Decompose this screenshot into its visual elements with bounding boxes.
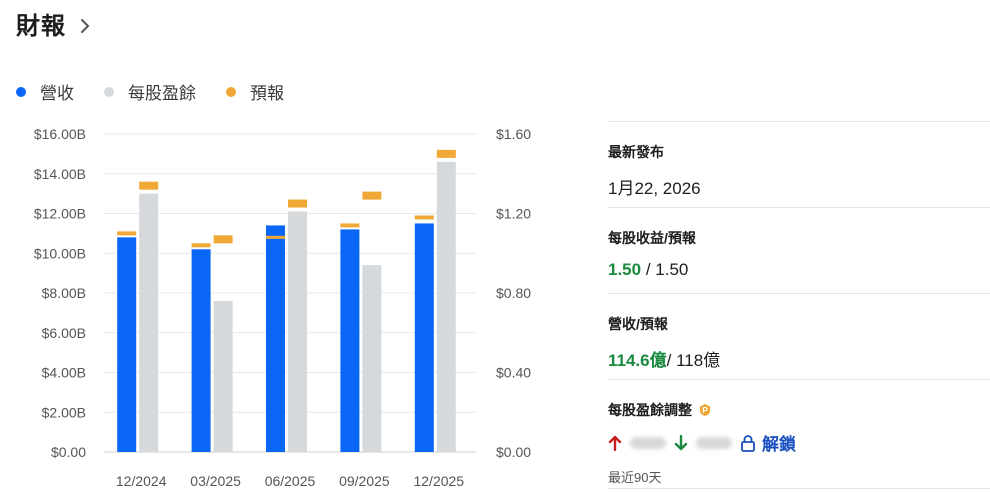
legend-item-estimate[interactable]: 預報: [226, 79, 284, 104]
left-axis-tick-label: $14.00B: [34, 166, 86, 182]
revenue-bar: [414, 223, 434, 452]
revenue-estimate-line: [266, 235, 285, 239]
earnings-chart: $0.00 $2.00B $4.00B $6.00B $8.00B $10.00B $12.…: [34, 126, 531, 489]
revenue-actual: 114.6億: [608, 351, 667, 370]
eps-bar: [436, 161, 456, 452]
lock-icon: [741, 434, 755, 452]
arrow-down-icon: [674, 434, 688, 450]
revenue-estimate-mark: [191, 243, 211, 248]
revenue-estimate-mark: [117, 231, 137, 236]
legend-item-eps[interactable]: 每股盈餘: [104, 79, 196, 104]
eps-separator: /: [641, 260, 656, 279]
x-axis-tick-label: 12/2025: [413, 473, 464, 489]
eps-section: 每股收益/預報 1.50 / 1.50: [608, 207, 990, 293]
earnings-summary-panel: 最新發布 1月22, 2026 每股收益/預報 1.50 / 1.50 營收/預…: [608, 121, 990, 489]
right-axis-tick-label: $1.60: [496, 126, 531, 142]
latest-release-date: 1月22, 2026: [608, 179, 701, 198]
revision-row: 解鎖: [608, 430, 990, 455]
eps-revision-section: 每股盈餘調整 P 解鎖 最近90天: [608, 379, 990, 489]
revenue-estimate-mark: [340, 223, 360, 228]
unlock-label: 解鎖: [762, 435, 796, 454]
left-axis-tick-label: $12.00B: [34, 206, 86, 222]
latest-release-section: 最新發布 1月22, 2026: [608, 121, 990, 207]
left-axis-tick-label: $6.00B: [42, 325, 86, 341]
revenue-bar: [191, 249, 211, 452]
premium-badge-icon: P: [700, 404, 710, 416]
eps-revision-label: 每股盈餘調整: [608, 402, 692, 418]
revenue-separator: /: [666, 351, 677, 370]
legend-label: 每股盈餘: [128, 84, 196, 103]
right-axis-tick-label: $1.20: [496, 206, 531, 222]
legend-dot: [226, 86, 236, 97]
right-axis-tick-label: $0.00: [496, 444, 531, 460]
revenue-section: 營收/預報 114.6億/ 118億: [608, 293, 990, 379]
eps-estimate: 1.50: [655, 260, 689, 279]
x-axis-tick-label: 03/2025: [190, 473, 241, 489]
svg-text:P: P: [702, 406, 708, 415]
eps-estimate-mark: [436, 149, 456, 158]
unlock-button[interactable]: 解鎖: [740, 430, 796, 455]
section-title: 財報: [16, 13, 66, 40]
chart-legend: 營收 每股盈餘 預報: [16, 79, 284, 104]
eps-bar: [213, 300, 233, 452]
revision-up-count-blurred: [630, 436, 666, 449]
eps-value: 1.50 / 1.50: [608, 260, 990, 280]
eps-bar: [362, 265, 382, 452]
eps-revision-label-row: 每股盈餘調整 P: [608, 400, 990, 420]
left-axis-tick-label: $10.00B: [34, 245, 86, 261]
revenue-bar: [340, 229, 360, 452]
left-axis-tick-label: $16.00B: [34, 126, 86, 142]
eps-estimate-mark: [362, 191, 382, 200]
left-axis-tick-label: $8.00B: [42, 285, 86, 301]
left-axis-tick-label: $2.00B: [42, 404, 86, 420]
eps-actual: 1.50: [608, 260, 642, 279]
eps-bar: [288, 211, 307, 452]
left-axis-tick-label: $4.00B: [42, 365, 86, 381]
right-axis-tick-label: $0.40: [496, 365, 531, 381]
legend-item-revenue[interactable]: 營收: [16, 79, 74, 104]
x-axis-tick-label: 06/2025: [265, 473, 316, 489]
legend-label: 營收: [40, 84, 74, 103]
legend-label: 預報: [250, 84, 284, 103]
revision-period: 最近90天: [608, 470, 662, 485]
eps-estimate-mark: [288, 199, 307, 208]
x-axis-tick-label: 09/2025: [339, 473, 390, 489]
left-axis-tick-label: $0.00: [51, 444, 86, 460]
eps-estimate-mark: [139, 181, 159, 190]
revenue-value: 114.6億/ 118億: [608, 346, 990, 371]
chevron-right-icon[interactable]: [76, 17, 94, 35]
revenue-bar: [117, 237, 137, 452]
legend-dot: [16, 86, 26, 97]
arrow-up-icon: [608, 435, 622, 451]
eps-estimate-mark: [213, 235, 233, 244]
legend-dot: [104, 86, 114, 97]
revenue-estimate-mark: [414, 215, 434, 220]
eps-bar: [139, 193, 159, 452]
section-header[interactable]: 財報: [16, 6, 94, 41]
revenue-bar: [266, 225, 285, 452]
x-axis-tick-label: 12/2024: [116, 473, 167, 489]
revenue-label: 營收/預報: [608, 316, 668, 332]
eps-label: 每股收益/預報: [608, 230, 696, 246]
latest-release-label: 最新發布: [608, 144, 664, 160]
revision-down-count-blurred: [696, 436, 732, 449]
revenue-estimate: 118億: [676, 351, 721, 370]
right-axis-tick-label: $0.80: [496, 285, 531, 301]
